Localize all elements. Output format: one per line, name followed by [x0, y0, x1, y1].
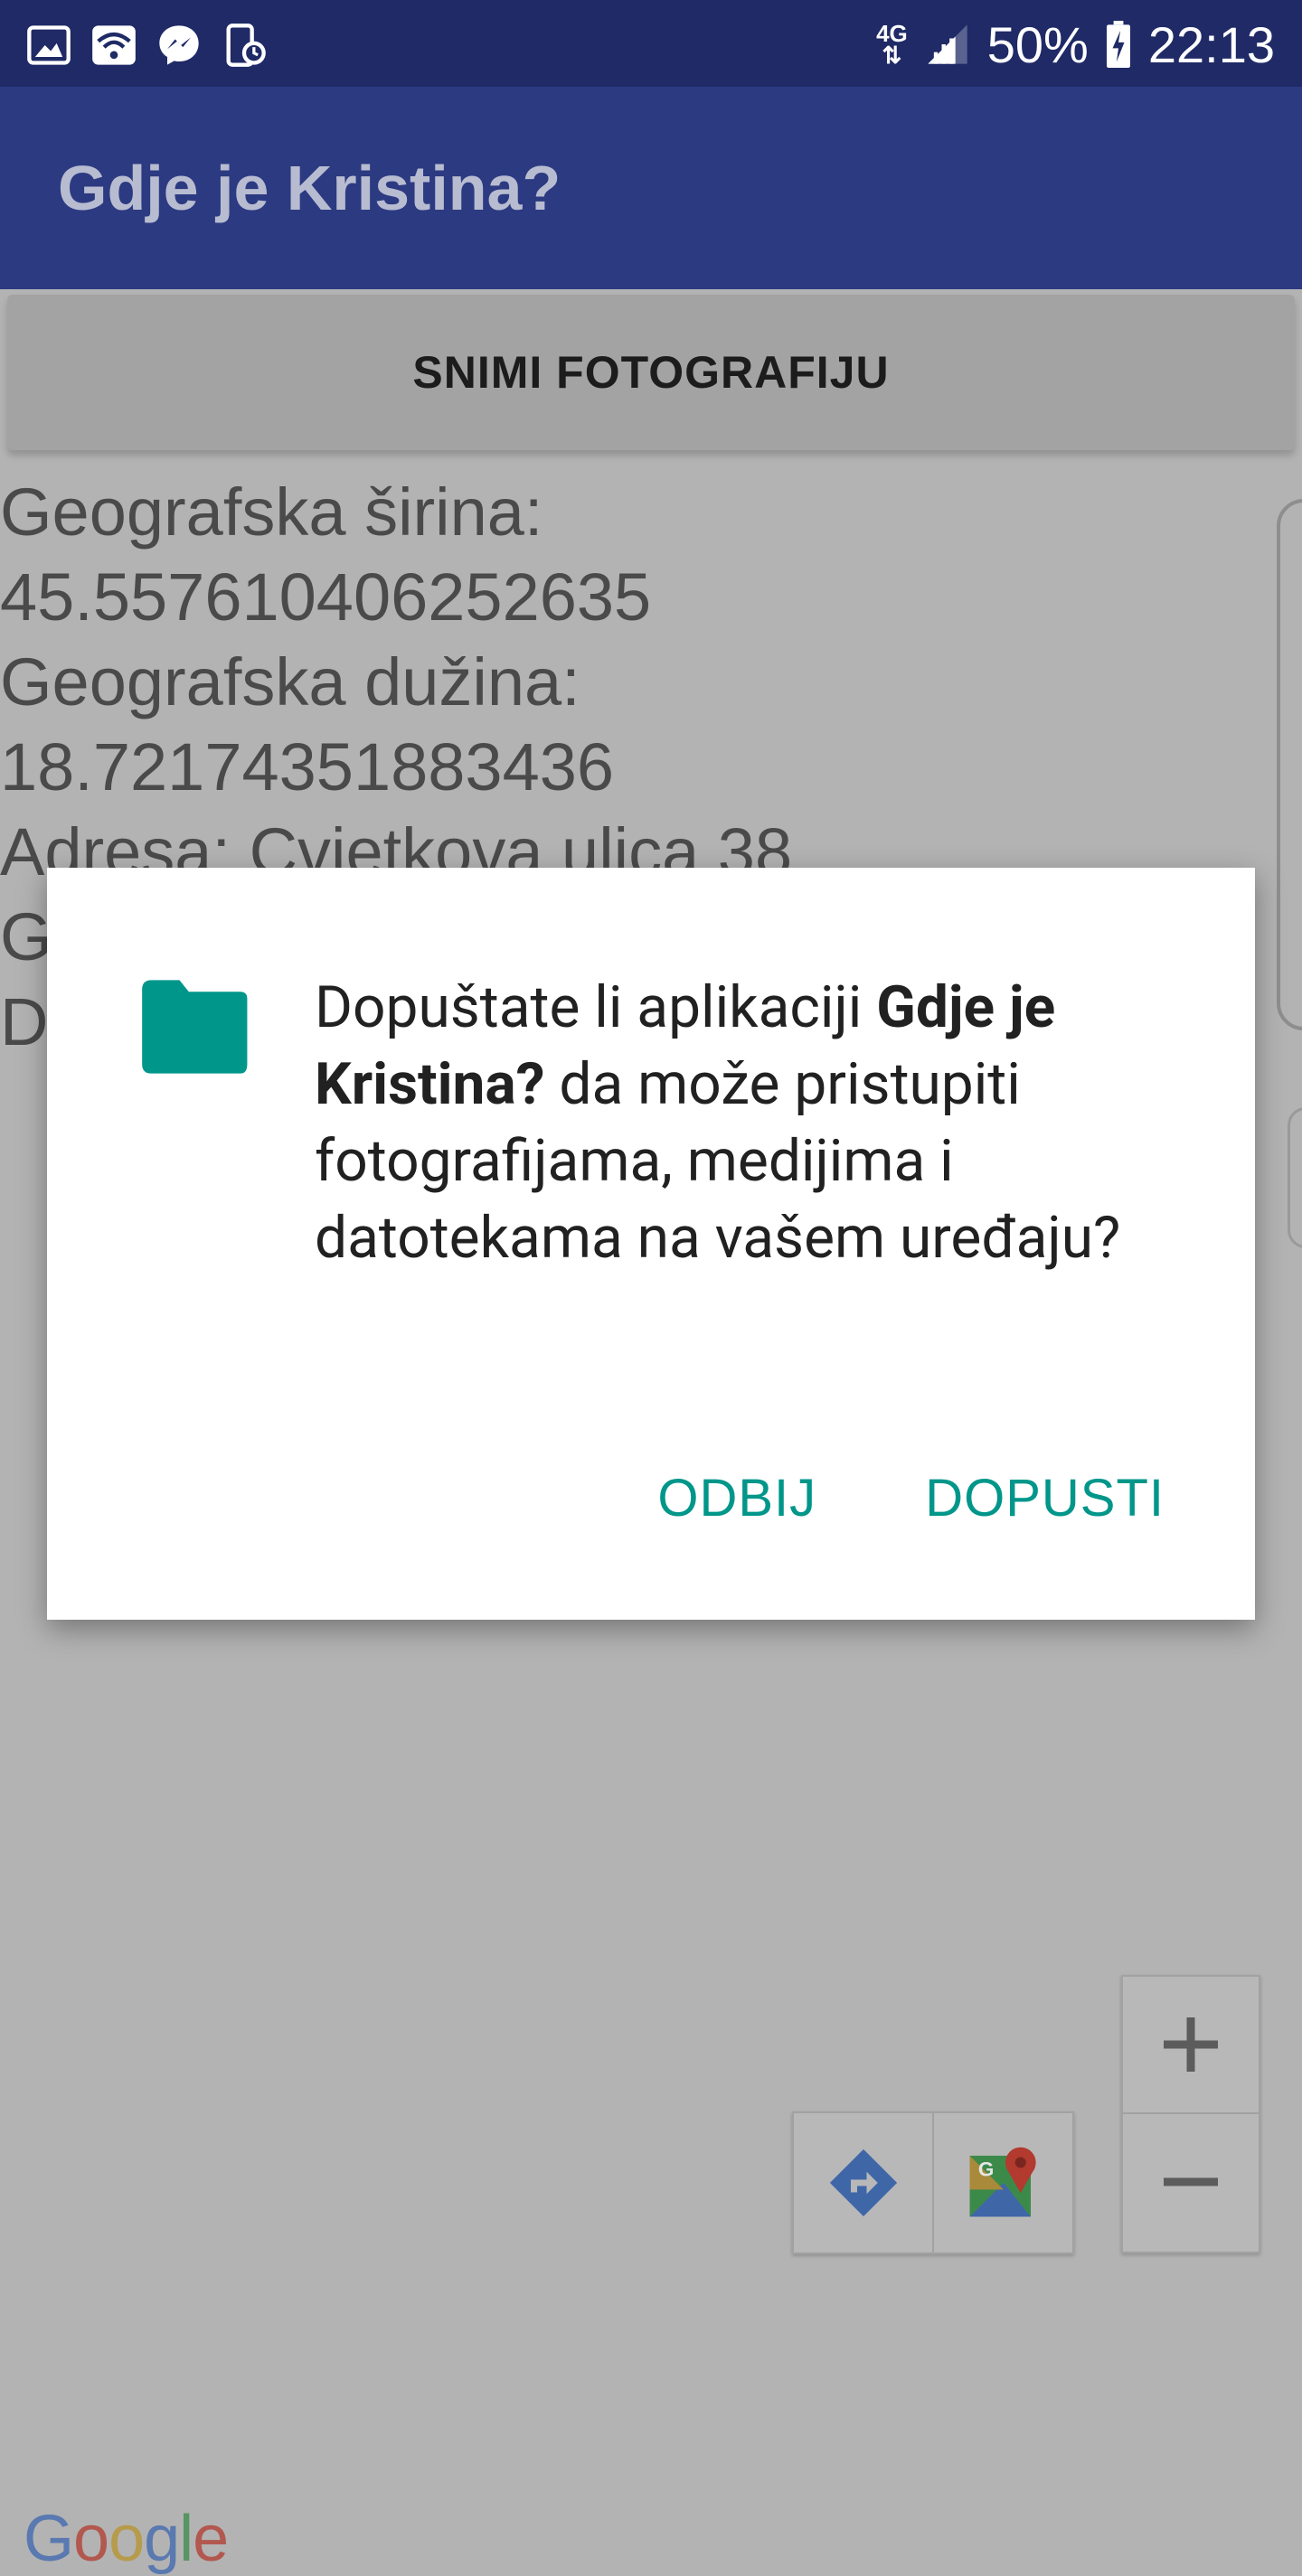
latitude-value: 45.557610406252635 [0, 559, 652, 635]
open-in-maps-button[interactable]: G [932, 2113, 1072, 2252]
dialog-actions: ODBIJ DOPUSTI [657, 1468, 1165, 1528]
directions-button[interactable] [794, 2113, 932, 2252]
map-toolbar: G [792, 2111, 1074, 2254]
allow-button[interactable]: DOPUSTI [925, 1468, 1165, 1528]
status-indicators: 4G ⇅ 50% 22:13 [876, 13, 1275, 76]
svg-text:G: G [977, 2158, 994, 2181]
battery-percentage: 50% [986, 15, 1089, 73]
plus-icon [1164, 2017, 1218, 2072]
signal-icon [928, 24, 967, 64]
longitude-value: 18.72174351883436 [0, 729, 615, 804]
gallery-icon [27, 25, 71, 65]
side-frame-edge [1288, 1107, 1302, 1248]
zoom-out-button[interactable] [1123, 2112, 1259, 2250]
take-photo-button[interactable]: SNIMI FOTOGRAFIJU [7, 295, 1295, 450]
longitude-label: Geografska dužina: [0, 644, 580, 719]
zoom-in-button[interactable] [1123, 1977, 1259, 2112]
wifi-calling-icon [92, 25, 136, 65]
clock: 22:13 [1147, 15, 1275, 73]
app-title: Gdje je Kristina? [58, 153, 561, 223]
permission-message-start: Dopuštate li aplikaciji [315, 973, 877, 1041]
map-zoom-controls [1121, 1975, 1260, 2253]
image-preview-frame [1277, 499, 1302, 1030]
google-logo: Google [24, 2503, 229, 2575]
latitude-label: Geografska širina: [0, 475, 543, 550]
notification-icons [25, 22, 268, 69]
google-maps-icon: G [969, 2147, 1036, 2217]
folder-icon [142, 980, 248, 1074]
battery-charging-icon [1106, 21, 1130, 68]
messenger-icon [159, 25, 199, 65]
permission-message: Dopuštate li aplikaciji Gdje je Kristina… [315, 969, 1201, 1276]
deny-button[interactable]: ODBIJ [657, 1468, 816, 1528]
minus-icon [1164, 2177, 1218, 2186]
network-type-indicator: 4G ⇅ [876, 22, 908, 69]
device-clock-icon [226, 24, 266, 67]
status-bar: 4G ⇅ 50% 22:13 [0, 0, 1302, 87]
app-bar: Gdje je Kristina? [0, 87, 1302, 289]
data-arrows-icon: ⇅ [882, 42, 902, 69]
permission-dialog: Dopuštate li aplikaciji Gdje je Kristina… [47, 868, 1255, 1620]
directions-icon [829, 2148, 897, 2217]
